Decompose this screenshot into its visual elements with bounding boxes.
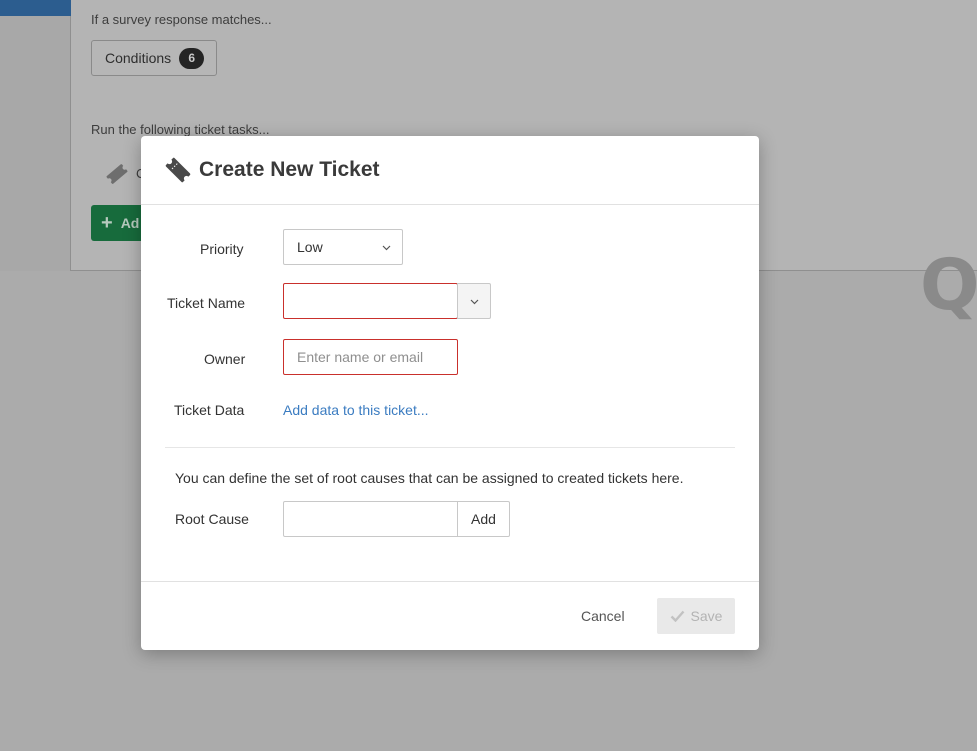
ticket-data-label: Ticket Data [174, 402, 245, 418]
section-divider [165, 447, 735, 448]
add-task-label: Ad [120, 215, 140, 231]
priority-value: Low [297, 239, 323, 255]
conditions-button[interactable]: Conditions 6 [91, 40, 217, 76]
modal-header: Create New Ticket [141, 136, 759, 205]
conditions-label: Conditions [105, 50, 172, 66]
cancel-button[interactable]: Cancel [581, 608, 625, 624]
conditions-count-badge: 6 [179, 47, 205, 69]
create-ticket-modal: Create New Ticket Priority Low Ticket Na… [141, 136, 759, 650]
ticket-name-dropdown-button[interactable] [457, 283, 491, 319]
brand-logo: Q [920, 244, 977, 326]
modal-title: Create New Ticket [199, 158, 380, 181]
run-tasks-text: Run the following ticket tasks... [91, 122, 270, 137]
chevron-down-icon [382, 245, 391, 251]
survey-match-text: If a survey response matches... [91, 12, 272, 27]
priority-label: Priority [200, 241, 244, 257]
root-cause-add-button[interactable]: Add [457, 501, 510, 537]
root-cause-description: You can define the set of root causes th… [175, 470, 684, 486]
ticket-name-label: Ticket Name [167, 295, 246, 311]
priority-select[interactable]: Low [283, 229, 403, 265]
modal-footer: Cancel Save [141, 581, 759, 650]
owner-input[interactable] [283, 339, 458, 375]
chevron-down-icon [470, 299, 479, 305]
root-cause-label: Root Cause [175, 511, 249, 527]
checkmark-icon [670, 610, 684, 622]
save-label: Save [690, 608, 723, 624]
save-button[interactable]: Save [657, 598, 735, 634]
add-ticket-data-link[interactable]: Add data to this ticket... [283, 402, 429, 418]
owner-label: Owner [204, 351, 246, 367]
sidebar-active-item [0, 0, 71, 16]
background-sidebar [0, 0, 71, 271]
plus-icon: + [101, 211, 113, 234]
ticket-icon [165, 157, 191, 183]
ticket-name-input[interactable] [283, 283, 458, 319]
root-cause-input[interactable] [283, 501, 458, 537]
task-ticket-icon [106, 164, 128, 184]
